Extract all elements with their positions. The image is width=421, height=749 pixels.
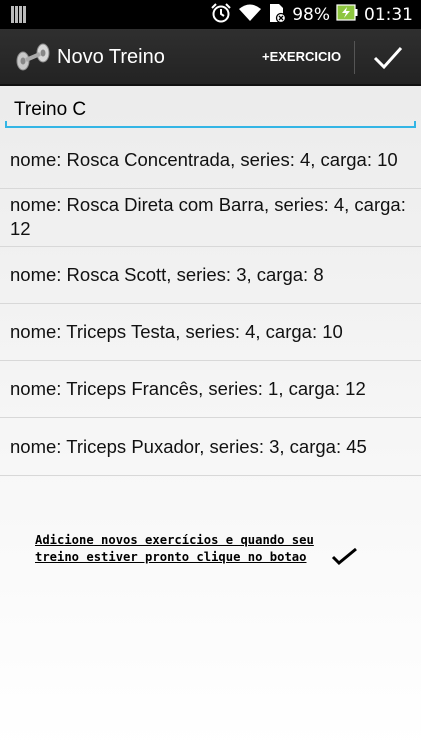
status-bar: 98% 01:31 <box>0 0 421 29</box>
list-item-label: nome: Rosca Concentrada, series: 4, carg… <box>10 149 398 171</box>
alarm-icon <box>210 2 232 27</box>
list-item[interactable]: nome: Triceps Puxador, series: 3, carga:… <box>0 418 421 476</box>
checkmark-icon <box>373 46 403 70</box>
list-item-label: nome: Rosca Scott, series: 3, carga: 8 <box>10 263 324 285</box>
workout-name-input[interactable] <box>5 90 416 128</box>
clock: 01:31 <box>364 4 413 25</box>
input-underline-left-tick <box>5 121 7 128</box>
action-bar: Novo Treino +EXERCICIO <box>0 29 421 86</box>
list-item-label: nome: Triceps Puxador, series: 3, carga:… <box>10 435 367 457</box>
exercise-list: nome: Rosca Concentrada, series: 4, carg… <box>0 132 421 476</box>
hint-text: Adicione novos exercícios e quando seu t… <box>35 533 314 564</box>
dumbbell-app-icon[interactable] <box>14 41 52 73</box>
done-button[interactable] <box>366 39 410 77</box>
signal-bars-icon <box>11 6 29 27</box>
list-item[interactable]: nome: Rosca Scott, series: 3, carga: 8 <box>0 247 421 304</box>
list-item-label: nome: Triceps Testa, series: 4, carga: 1… <box>10 321 343 343</box>
battery-percent: 98% <box>292 4 330 25</box>
input-underline-right-tick <box>414 121 416 128</box>
wifi-icon <box>238 3 262 26</box>
add-exercise-button[interactable]: +EXERCICIO <box>262 49 341 64</box>
action-bar-divider <box>354 41 355 74</box>
sd-card-icon <box>268 3 287 27</box>
list-item[interactable]: nome: Triceps Testa, series: 4, carga: 1… <box>0 304 421 362</box>
list-item[interactable]: nome: Rosca Concentrada, series: 4, carg… <box>0 132 421 190</box>
list-item-label: nome: Rosca Direta com Barra, series: 4,… <box>10 194 406 240</box>
list-item[interactable]: nome: Triceps Francês, series: 1, carga:… <box>0 361 421 419</box>
list-item[interactable]: nome: Rosca Direta com Barra, series: 4,… <box>0 189 421 247</box>
page-title: Novo Treino <box>57 46 165 68</box>
list-item-label: nome: Triceps Francês, series: 1, carga:… <box>10 378 366 400</box>
battery-charging-icon <box>336 4 358 25</box>
checkmark-icon <box>330 545 360 567</box>
